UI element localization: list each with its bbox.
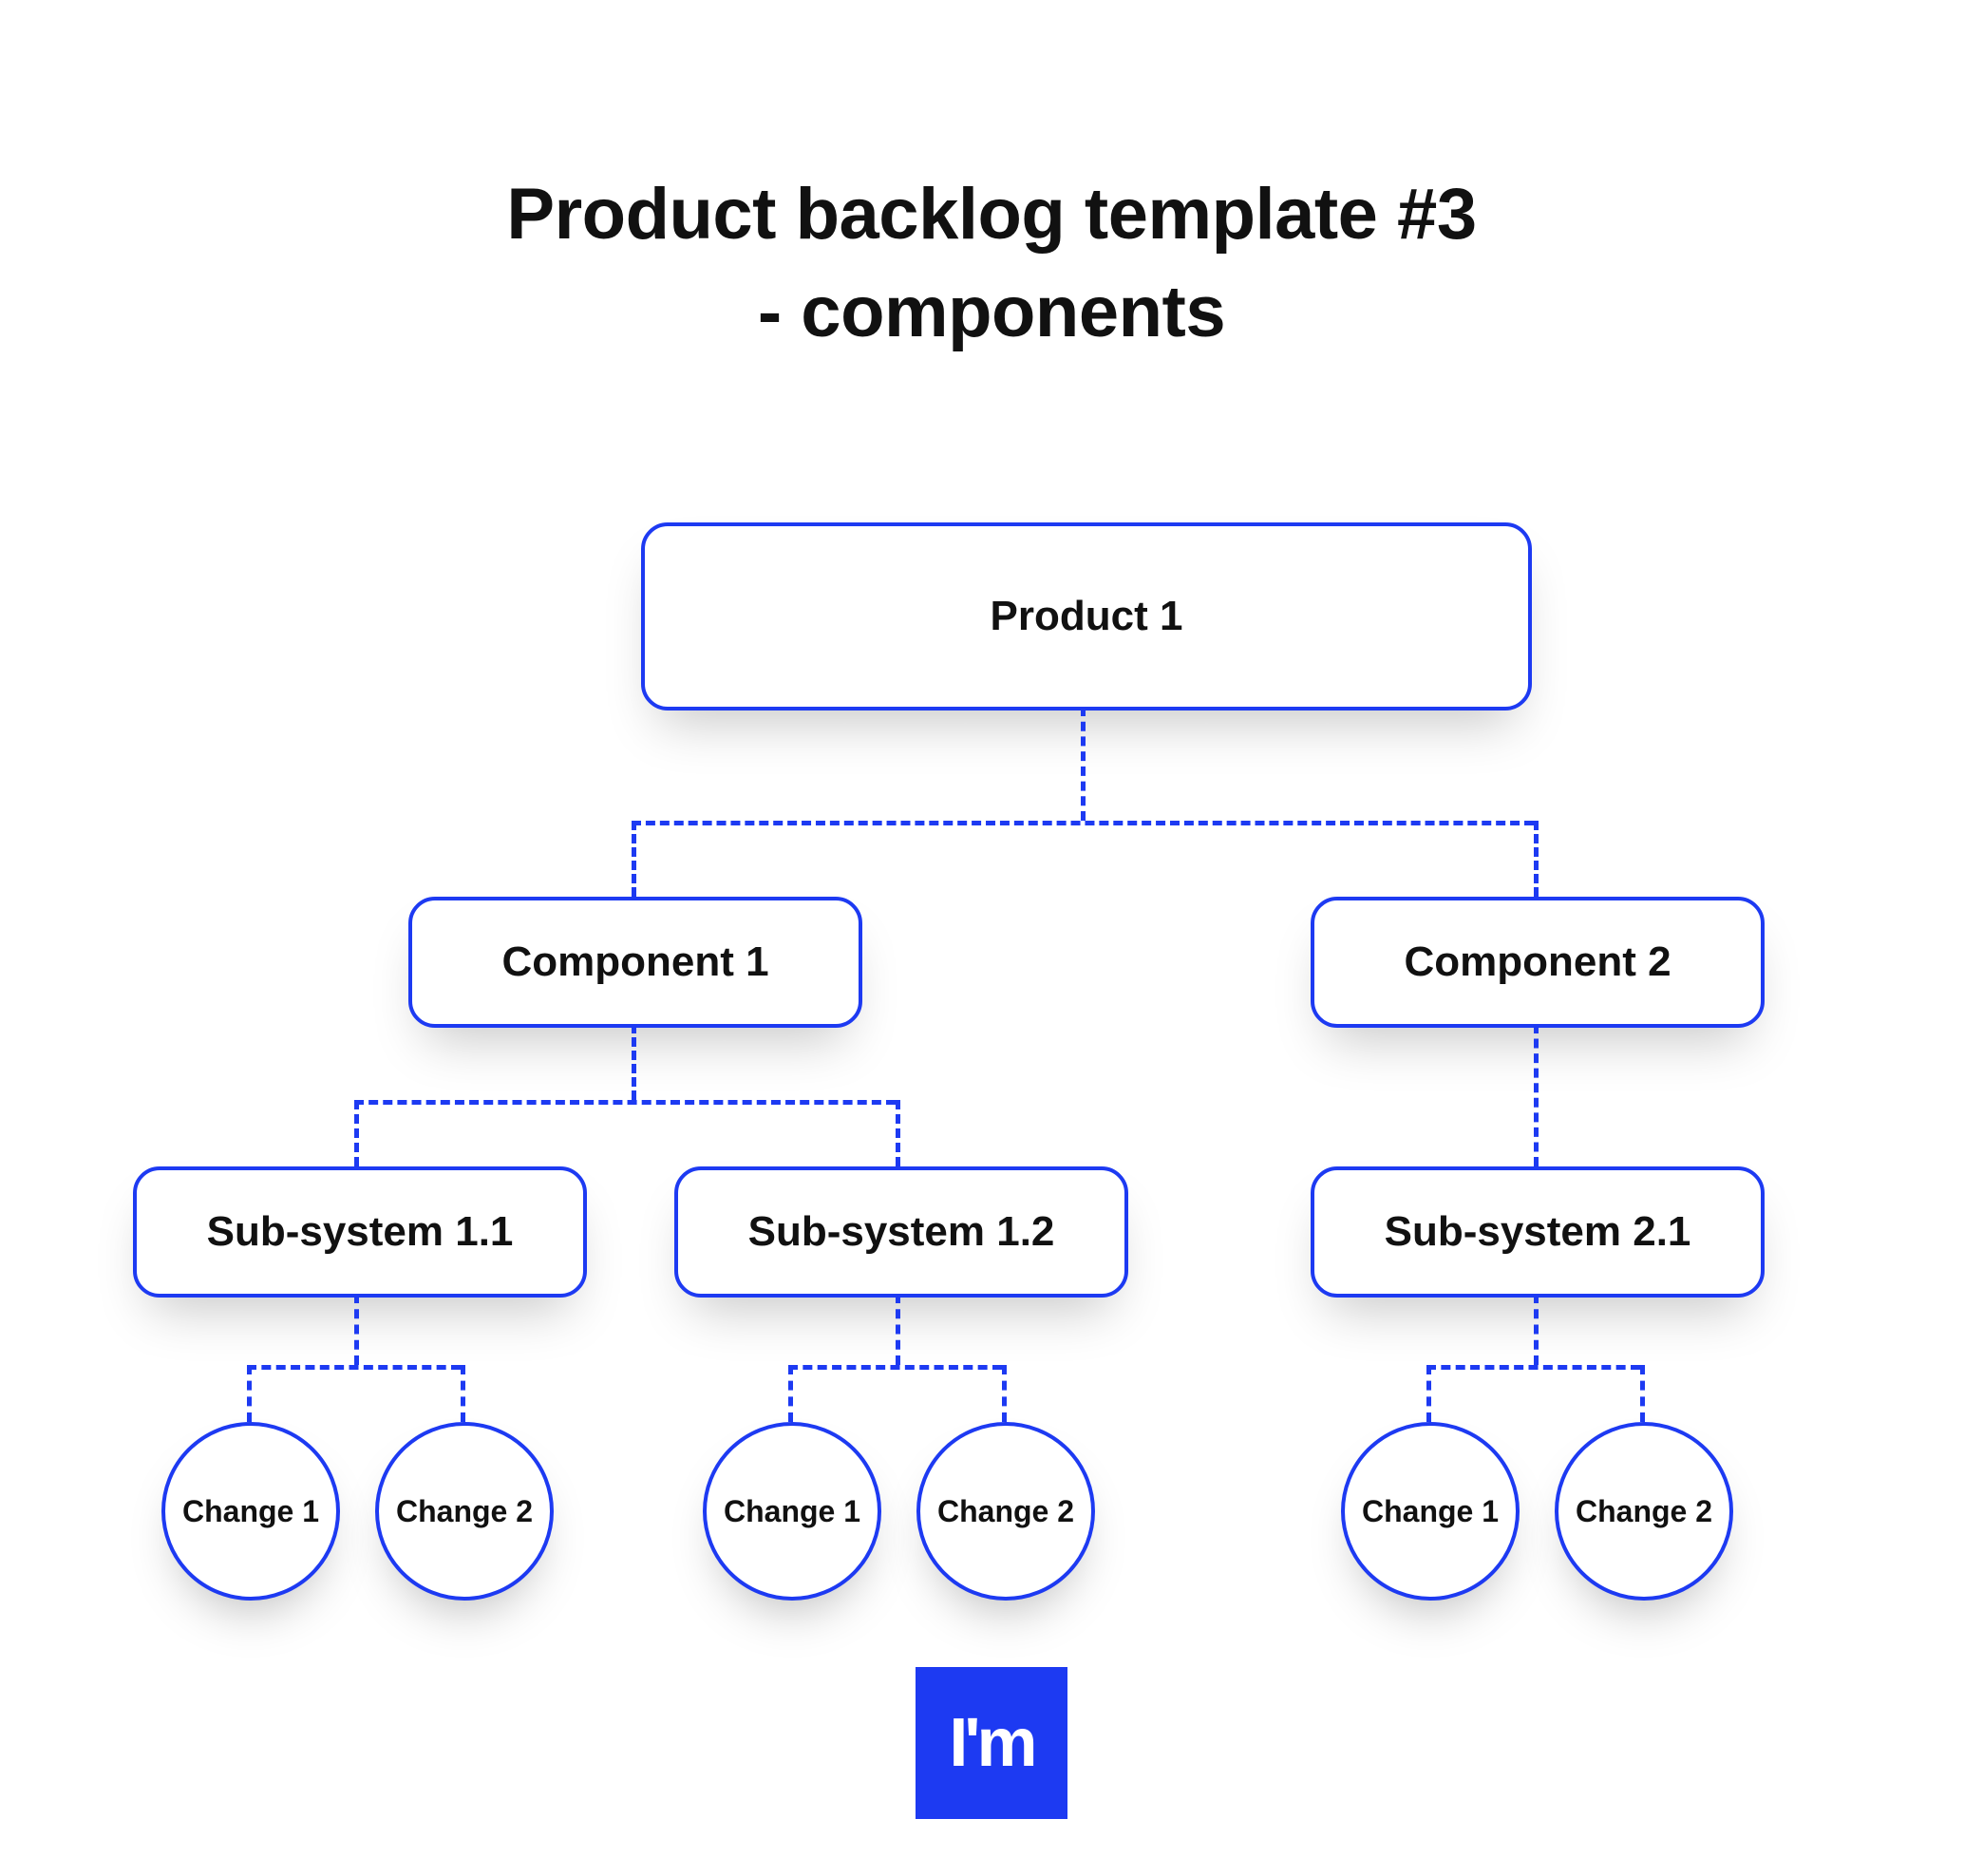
title-line-1: Product backlog template #3 (0, 166, 1983, 264)
connector (632, 821, 1534, 825)
node-change-label: Change 1 (1362, 1494, 1499, 1529)
connector (354, 1294, 359, 1365)
connector (1534, 821, 1539, 897)
node-change-2-1-2: Change 2 (1555, 1422, 1733, 1601)
node-component-2-label: Component 2 (1404, 938, 1671, 986)
node-change-label: Change 2 (396, 1494, 533, 1529)
connector (1426, 1365, 1431, 1422)
node-change-label: Change 2 (1576, 1494, 1712, 1529)
title-line-2: - components (0, 264, 1983, 362)
connector (354, 1100, 896, 1105)
connector (1002, 1365, 1007, 1422)
node-change-2-1-1: Change 1 (1341, 1422, 1520, 1601)
connector (354, 1100, 359, 1166)
brand-logo-text: I'm (949, 1704, 1033, 1782)
node-change-label: Change 1 (724, 1494, 860, 1529)
node-component-1: Component 1 (408, 897, 862, 1028)
diagram-title: Product backlog template #3 - components (0, 166, 1983, 361)
node-subsystem-2-1-label: Sub-system 2.1 (1385, 1208, 1691, 1256)
connector (1081, 707, 1086, 821)
node-change-label: Change 1 (182, 1494, 319, 1529)
node-component-2: Component 2 (1311, 897, 1765, 1028)
node-change-1-1-1: Change 1 (161, 1422, 340, 1601)
node-subsystem-1-1: Sub-system 1.1 (133, 1166, 587, 1298)
node-component-1-label: Component 1 (501, 938, 768, 986)
connector (247, 1365, 252, 1422)
connector (1640, 1365, 1645, 1422)
brand-logo: I'm (916, 1667, 1067, 1819)
node-change-label: Change 2 (937, 1494, 1074, 1529)
connector (247, 1365, 461, 1370)
node-product: Product 1 (641, 522, 1532, 711)
connector (896, 1100, 900, 1166)
connector (1534, 1024, 1539, 1166)
connector (896, 1294, 900, 1365)
node-subsystem-2-1: Sub-system 2.1 (1311, 1166, 1765, 1298)
connector (788, 1365, 793, 1422)
node-change-1-1-2: Change 2 (375, 1422, 554, 1601)
connector (461, 1365, 465, 1422)
node-change-1-2-1: Change 1 (703, 1422, 881, 1601)
node-subsystem-1-1-label: Sub-system 1.1 (207, 1208, 514, 1256)
node-subsystem-1-2: Sub-system 1.2 (674, 1166, 1128, 1298)
node-subsystem-1-2-label: Sub-system 1.2 (748, 1208, 1055, 1256)
connector (1534, 1294, 1539, 1365)
connector (1426, 1365, 1640, 1370)
connector (788, 1365, 1002, 1370)
diagram-stage: Product 1 Component 1 Component 2 Sub-sy… (114, 522, 1871, 1615)
node-product-label: Product 1 (991, 593, 1183, 640)
connector (632, 1024, 636, 1100)
node-change-1-2-2: Change 2 (916, 1422, 1095, 1601)
connector (632, 821, 636, 897)
